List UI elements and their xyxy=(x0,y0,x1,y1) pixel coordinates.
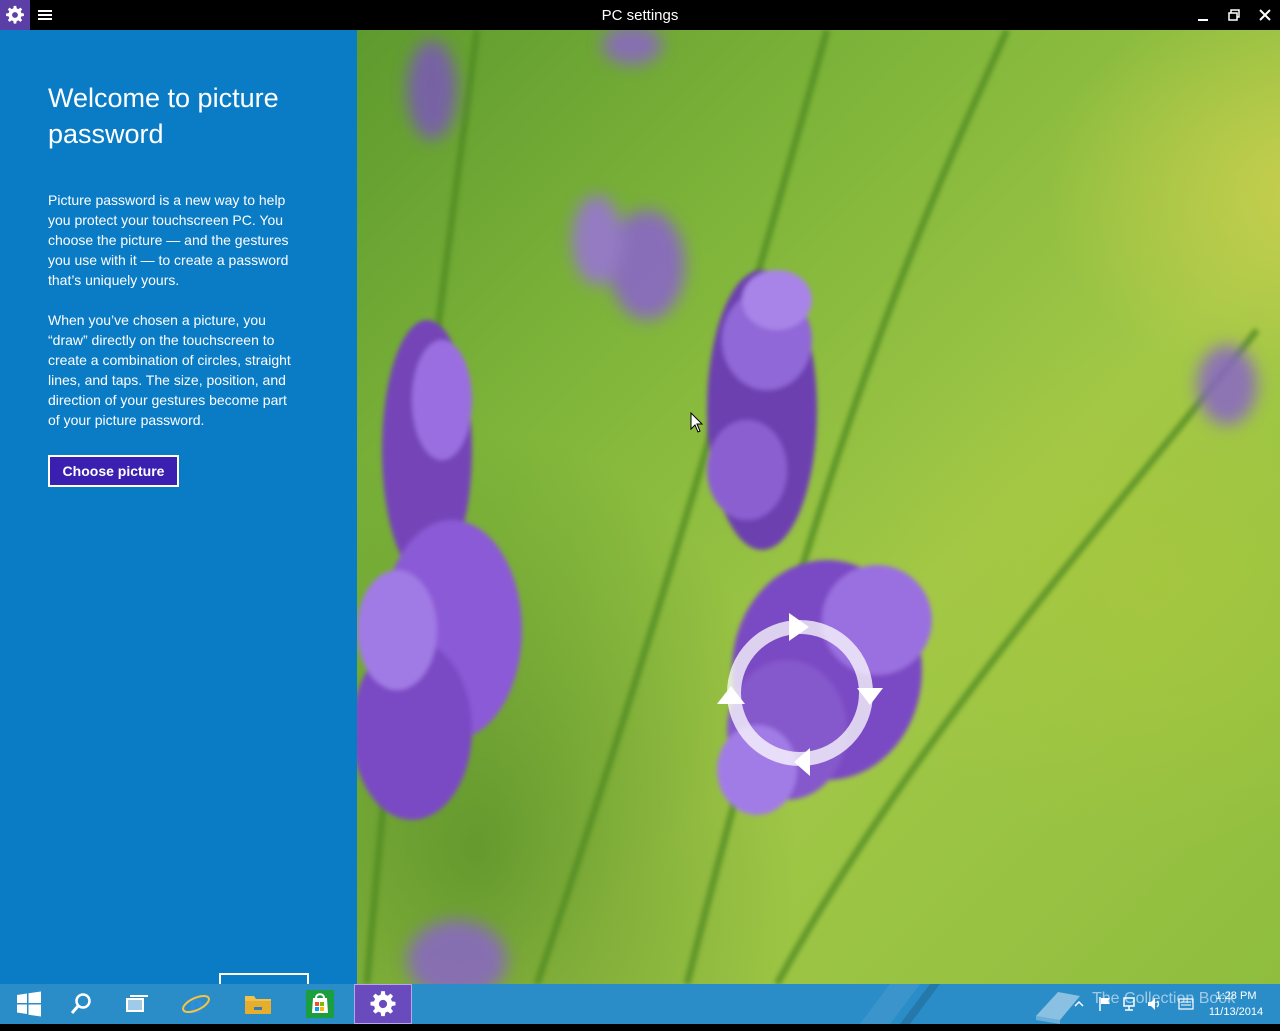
start-icon[interactable] xyxy=(0,984,58,1024)
password-picture[interactable] xyxy=(357,30,1280,984)
choose-picture-button[interactable]: Choose picture xyxy=(48,455,179,487)
instructions-paragraph: When you’ve chosen a picture, you “draw”… xyxy=(48,312,291,428)
restore-icon[interactable] xyxy=(1219,0,1249,30)
search-icon[interactable] xyxy=(52,984,110,1024)
taskbar-stripes xyxy=(860,984,940,1024)
internet-explorer-icon[interactable]: e xyxy=(167,984,225,1024)
mouse-cursor-icon xyxy=(690,411,704,439)
panel-heading: Welcome to picture password xyxy=(48,83,279,149)
file-explorer-icon[interactable] xyxy=(229,984,287,1024)
intro-paragraph: Picture password is a new way to help yo… xyxy=(48,192,289,288)
hamburger-icon[interactable] xyxy=(38,8,52,22)
watermark-text: The Collection Book xyxy=(1092,990,1236,1007)
close-icon[interactable] xyxy=(1250,0,1280,30)
lavender-photo xyxy=(357,30,1260,984)
title-bar: PC settings xyxy=(0,0,1280,30)
svg-text:e: e xyxy=(190,989,202,1019)
book-logo-icon xyxy=(1036,992,1080,1024)
minimize-icon[interactable] xyxy=(1188,0,1218,30)
pc-settings-icon[interactable] xyxy=(354,984,412,1024)
window-title: PC settings xyxy=(601,7,679,24)
watermark: The Collection Book xyxy=(1030,986,1260,1024)
store-icon[interactable] xyxy=(291,984,349,1024)
gear-icon[interactable] xyxy=(0,0,30,30)
task-view-icon[interactable] xyxy=(108,984,166,1024)
picture-password-panel: Welcome to picture password Picture pass… xyxy=(0,30,357,987)
